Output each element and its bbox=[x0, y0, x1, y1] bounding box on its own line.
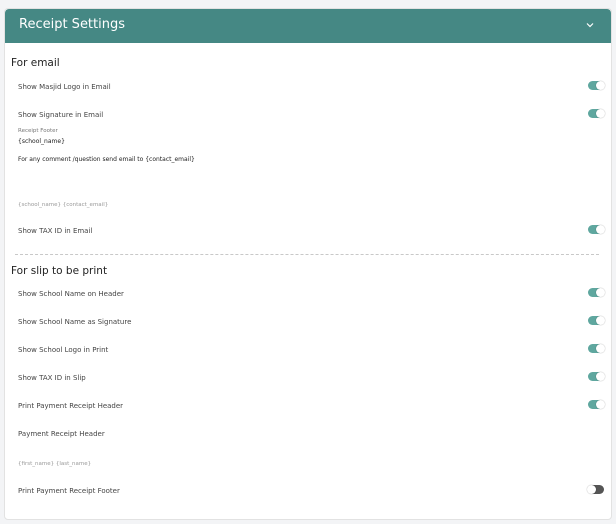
slip-section-title: For slip to be print bbox=[11, 265, 108, 277]
school-name-signature-toggle[interactable] bbox=[588, 316, 605, 325]
show-tax-email-row: Show TAX ID in Email bbox=[18, 225, 605, 239]
show-logo-email-label: Show Masjid Logo in Email bbox=[18, 83, 111, 91]
payment-receipt-header-row: Payment Receipt Header bbox=[18, 428, 604, 442]
print-header-toggle[interactable] bbox=[588, 400, 605, 409]
toggle-knob bbox=[596, 81, 605, 90]
toggle-knob bbox=[587, 485, 596, 494]
toggle-knob bbox=[596, 109, 605, 118]
toggle-knob bbox=[596, 225, 605, 234]
school-name-header-label: Show School Name on Header bbox=[18, 290, 124, 298]
print-header-label: Print Payment Receipt Header bbox=[18, 402, 124, 410]
receipt-footer-line-1[interactable]: {school_name} bbox=[18, 138, 65, 145]
toggle-knob bbox=[596, 372, 605, 381]
show-logo-email-row: Show Masjid Logo in Email bbox=[18, 81, 605, 95]
print-header-row: Print Payment Receipt Header bbox=[18, 400, 605, 414]
school-name-signature-row: Show School Name as Signature bbox=[18, 316, 605, 330]
show-tax-email-toggle[interactable] bbox=[588, 225, 605, 234]
toggle-knob bbox=[596, 400, 605, 409]
payment-receipt-header-label: Payment Receipt Header bbox=[18, 430, 105, 438]
receipt-footer-line-2[interactable]: For any comment /question send email to … bbox=[18, 156, 195, 163]
print-footer-row: Print Payment Receipt Footer bbox=[18, 485, 604, 499]
email-section-title: For email bbox=[11, 57, 60, 69]
receipt-footer-label: Receipt Footer bbox=[18, 128, 58, 134]
show-signature-email-toggle[interactable] bbox=[588, 109, 605, 118]
tax-slip-row: Show TAX ID in Slip bbox=[18, 372, 605, 386]
tax-slip-toggle[interactable] bbox=[588, 372, 605, 381]
school-name-signature-label: Show School Name as Signature bbox=[18, 318, 132, 326]
print-footer-toggle[interactable] bbox=[587, 485, 604, 494]
section-divider bbox=[15, 254, 599, 255]
toggle-knob bbox=[596, 288, 605, 297]
show-logo-email-toggle[interactable] bbox=[588, 81, 605, 90]
receipt-header-placeholders: {first_name} {last_name} bbox=[18, 461, 92, 467]
panel-header[interactable]: Receipt Settings bbox=[5, 9, 611, 43]
school-logo-print-label: Show School Logo in Print bbox=[18, 346, 109, 354]
panel-title: Receipt Settings bbox=[19, 17, 126, 32]
school-logo-print-toggle[interactable] bbox=[588, 344, 605, 353]
show-signature-email-row: Show Signature in Email bbox=[18, 109, 605, 123]
show-signature-email-label: Show Signature in Email bbox=[18, 111, 104, 119]
show-tax-email-label: Show TAX ID in Email bbox=[18, 227, 93, 235]
school-name-header-row: Show School Name on Header bbox=[18, 288, 605, 302]
school-name-header-toggle[interactable] bbox=[588, 288, 605, 297]
chevron-down-icon[interactable] bbox=[585, 20, 595, 30]
toggle-knob bbox=[596, 344, 605, 353]
toggle-knob bbox=[596, 316, 605, 325]
print-footer-label: Print Payment Receipt Footer bbox=[18, 487, 120, 495]
school-logo-print-row: Show School Logo in Print bbox=[18, 344, 605, 358]
tax-slip-label: Show TAX ID in Slip bbox=[18, 374, 86, 382]
receipt-footer-placeholders: {school_name} {contact_email} bbox=[18, 202, 109, 208]
receipt-settings-panel: Receipt Settings For email Show Masjid L… bbox=[4, 8, 612, 520]
